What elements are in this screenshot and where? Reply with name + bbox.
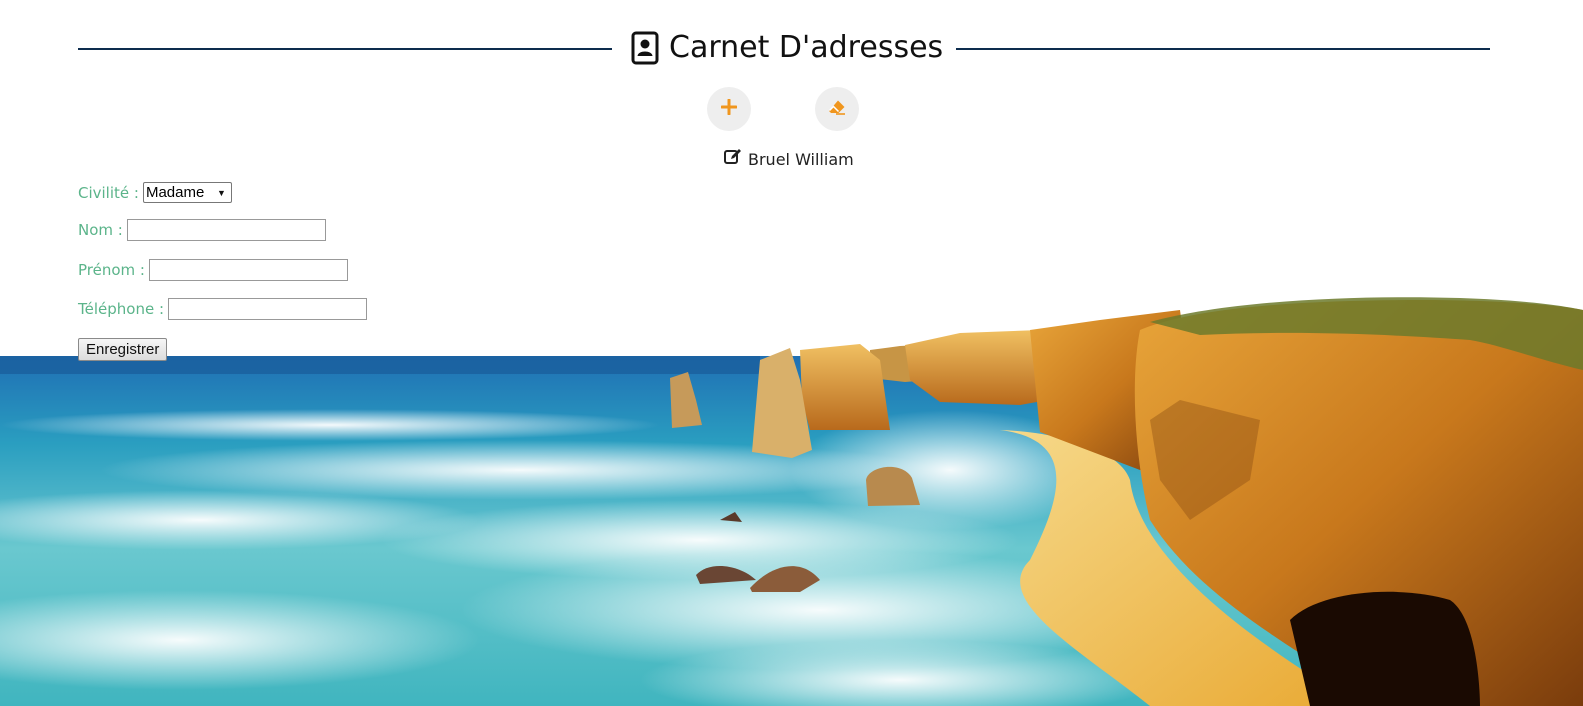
title-group: Carnet D'adresses xyxy=(631,28,943,68)
civilite-select[interactable]: Madame xyxy=(142,182,232,203)
edit-icon[interactable] xyxy=(724,148,742,170)
page-header: Carnet D'adresses xyxy=(78,24,1490,72)
plus-icon xyxy=(720,98,738,120)
civilite-label: Civilité : xyxy=(78,183,139,202)
contact-name[interactable]: Bruel William xyxy=(748,150,854,169)
prenom-row: Prénom : xyxy=(78,259,348,281)
telephone-label: Téléphone : xyxy=(78,300,165,318)
address-book-icon xyxy=(631,31,659,65)
contact-list-item[interactable]: Bruel William xyxy=(724,148,854,170)
header-rule-left xyxy=(78,48,612,50)
header-rule-right xyxy=(956,48,1490,50)
nom-input[interactable] xyxy=(126,219,326,241)
page-title: Carnet D'adresses xyxy=(669,30,944,65)
prenom-input[interactable] xyxy=(148,259,348,281)
add-contact-button[interactable] xyxy=(707,87,751,131)
clear-form-button[interactable] xyxy=(815,87,859,131)
telephone-input[interactable] xyxy=(168,298,368,320)
eraser-icon xyxy=(828,99,846,120)
civilite-select-wrap: Madame ▼ xyxy=(142,182,232,203)
save-button[interactable]: Enregistrer xyxy=(78,338,168,361)
nom-label: Nom : xyxy=(78,221,123,239)
civilite-row: Civilité : Madame ▼ xyxy=(78,182,232,203)
coastline-background-image xyxy=(0,297,1583,706)
prenom-label: Prénom : xyxy=(78,261,145,279)
nom-row: Nom : xyxy=(78,219,326,241)
telephone-row: Téléphone : xyxy=(78,298,368,320)
